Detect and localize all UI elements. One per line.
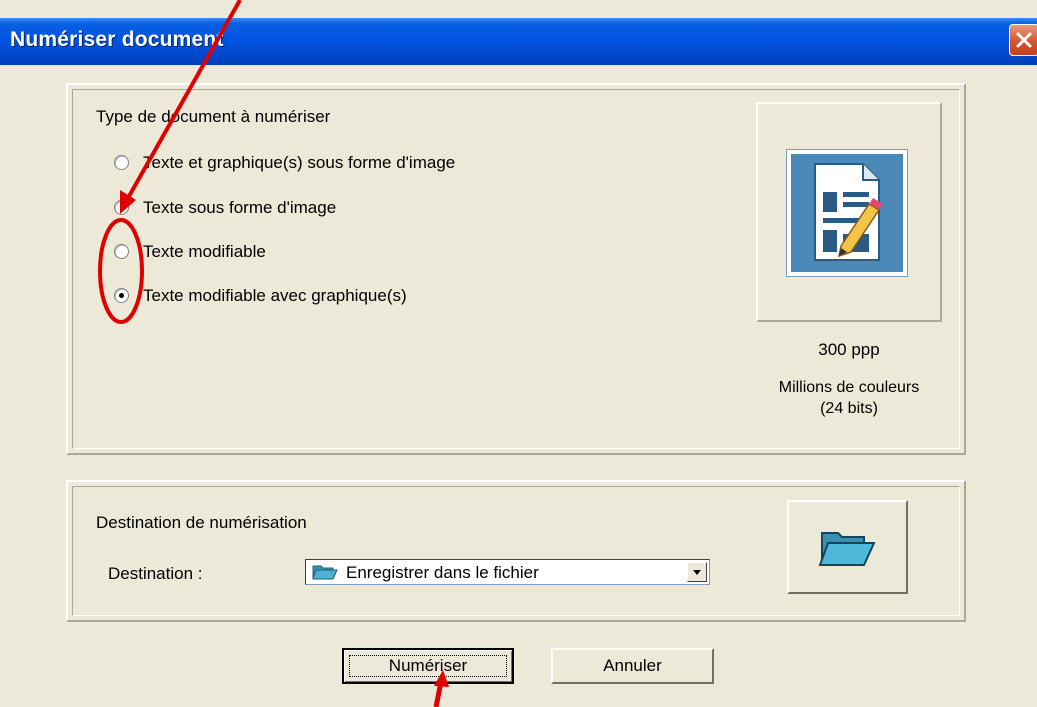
scan-dialog: Numériser document Type de document à nu… [0,0,1037,707]
folder-icon [818,532,876,566]
folder-small-icon [312,565,338,580]
color-depth-line2: (24 bits) [820,400,878,417]
destination-dropdown[interactable]: Enregistrer dans le fichier [305,559,710,585]
window-title: Numériser document [10,28,224,51]
color-depth-line1: Millions de couleurs [778,379,920,396]
document-edit-icon [791,154,903,272]
option-label[interactable]: Texte modifiable avec graphique(s) [143,286,407,306]
radio-texte-modifiable-graphiques[interactable] [114,288,129,303]
scan-button[interactable]: Numériser [342,648,514,684]
chevron-down-icon [693,570,701,575]
dropdown-arrow-button[interactable] [687,562,707,582]
destination-heading: Destination de numérisation [96,513,307,532]
browse-folder-button[interactable] [787,500,908,594]
option-label[interactable]: Texte et graphique(s) sous forme d'image [143,153,455,173]
destination-selected: Enregistrer dans le fichier [346,563,539,582]
document-type-heading: Type de document à numériser [96,107,331,126]
scan-button-label: Numériser [388,656,468,675]
resolution-text: 300 ppp [818,340,880,359]
option-label[interactable]: Texte modifiable [143,242,266,262]
cancel-button[interactable]: Annuler [551,648,714,684]
preview-box [786,149,908,277]
radio-selected-dot [119,293,124,298]
cancel-button-label: Annuler [603,656,662,675]
destination-label: Destination : [108,564,203,583]
close-icon [1016,32,1032,48]
close-button[interactable] [1009,24,1037,56]
radio-texte-image[interactable] [114,200,129,215]
radio-texte-modifiable[interactable] [114,244,129,259]
option-label[interactable]: Texte sous forme d'image [143,198,336,218]
radio-texte-graphiques-image[interactable] [114,155,129,170]
